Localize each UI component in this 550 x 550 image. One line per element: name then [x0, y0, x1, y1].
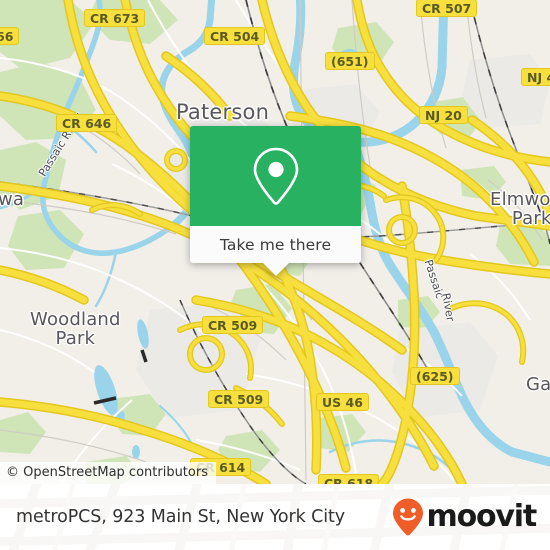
popup-tail	[261, 262, 290, 276]
map-canvas[interactable]: Paterson ElmwoodPark WoodlandPark wa Gar…	[0, 0, 550, 484]
moovit-wordmark: moovit	[426, 499, 538, 534]
road-shield-cr-507[interactable]: CR 507	[416, 0, 478, 17]
road-shield-cr-509-south[interactable]: CR 509	[208, 390, 270, 408]
map-screenshot: Paterson ElmwoodPark WoodlandPark wa Gar…	[0, 0, 550, 550]
location-title: metroPCS, 923 Main St, New York City	[16, 507, 345, 527]
road-shield-cr-618[interactable]: CR 618	[318, 474, 380, 484]
osm-attribution[interactable]: © OpenStreetMap contributors	[0, 462, 216, 484]
location-popup-card[interactable]: Take me there	[190, 126, 361, 276]
road-shield-cr-504[interactable]: CR 504	[204, 27, 266, 45]
road-shield-651[interactable]: (651)	[325, 52, 375, 70]
road-shield-cr-509-north[interactable]: CR 509	[202, 316, 264, 334]
take-me-there-label: Take me there	[219, 235, 332, 254]
road-shield-us-46[interactable]: US 46	[316, 393, 369, 411]
road-shield-nj-4[interactable]: NJ 4	[521, 68, 550, 86]
take-me-there-button[interactable]: Take me there	[190, 226, 361, 263]
footer-bar: metroPCS, 923 Main St, New York City moo…	[0, 484, 550, 550]
road-shield-nj-20[interactable]: NJ 20	[419, 106, 468, 124]
road-shield-66[interactable]: 66	[0, 27, 20, 45]
road-shield-cr-673[interactable]: CR 673	[84, 9, 146, 27]
road-shield-625[interactable]: (625)	[410, 367, 460, 385]
moovit-smiley-pin-icon	[392, 498, 423, 536]
road-shield-cr-646[interactable]: CR 646	[56, 114, 118, 132]
popup-image-area	[190, 126, 361, 226]
map-pin-icon	[253, 147, 298, 205]
moovit-brand[interactable]: moovit	[391, 497, 538, 537]
